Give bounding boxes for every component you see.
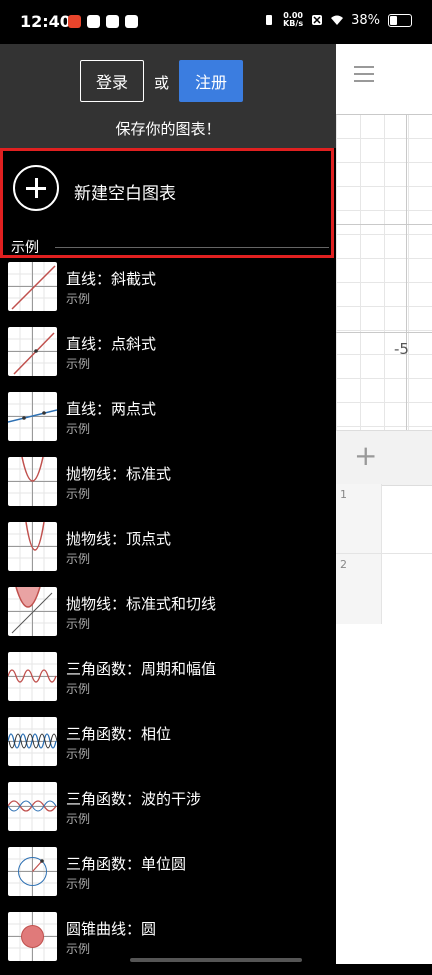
example-subtitle: 示例: [66, 487, 91, 501]
status-right: 0.00 KB/s 38%: [263, 12, 412, 28]
add-expression-icon[interactable]: +: [354, 439, 377, 472]
new-blank-graph-button[interactable]: 新建空白图表 示例: [0, 148, 334, 258]
example-title: 三角函数：周期和幅值: [66, 660, 217, 678]
example-item-line-point[interactable]: 直线：点斜式 示例: [0, 325, 336, 390]
new-graph-label: 新建空白图表: [74, 184, 176, 204]
example-subtitle: 示例: [66, 422, 91, 436]
line-point-thumb-icon: [8, 327, 57, 376]
grid-major-line: [406, 114, 407, 434]
trig-period-thumb-icon: [8, 652, 57, 701]
examples-heading: 示例: [11, 240, 39, 256]
example-subtitle: 示例: [66, 682, 91, 696]
example-item-trig-interference[interactable]: 三角函数：波的干涉 示例: [0, 780, 336, 845]
example-title: 抛物线：顶点式: [66, 530, 172, 548]
example-subtitle: 示例: [66, 942, 91, 956]
plus-circle-icon: [13, 165, 59, 211]
example-item-parabola-vertex[interactable]: 抛物线：顶点式 示例: [0, 520, 336, 585]
graph-grid[interactable]: [336, 114, 432, 434]
example-item-conic-circle[interactable]: 圆锥曲线：圆 示例: [0, 910, 336, 975]
battery-percent: 38%: [351, 12, 380, 28]
login-button[interactable]: 登录: [80, 60, 144, 102]
expression-index: 1: [336, 484, 382, 554]
grid-major-line: [336, 114, 432, 115]
network-speed: 0.00 KB/s: [283, 11, 304, 28]
signup-button[interactable]: 注册: [179, 60, 243, 102]
line-two-point-thumb-icon: [8, 392, 57, 441]
sim-off-icon: [312, 15, 323, 25]
drawer-header: 登录 或 注册 保存你的图表！: [0, 44, 336, 148]
example-subtitle: 示例: [66, 292, 91, 306]
example-item-line-slope[interactable]: 直线：斜截式 示例: [0, 260, 336, 325]
save-prompt: 保存你的图表！: [115, 120, 221, 138]
example-subtitle: 示例: [66, 357, 91, 371]
trig-unit-circle-thumb-icon: [8, 847, 57, 896]
status-bar: 12:40 0.00 KB/s 38%: [0, 0, 432, 44]
axis-tick-label: -5: [394, 340, 409, 358]
app-notification-icon: [68, 15, 81, 28]
example-title: 直线：斜截式: [66, 270, 157, 288]
grid-major-line: [336, 332, 432, 333]
trig-interference-thumb-icon: [8, 782, 57, 831]
calculator-background: -5 + 1 2: [336, 44, 432, 964]
example-title: 直线：两点式: [66, 400, 157, 418]
section-divider: [55, 247, 329, 248]
example-title: 抛物线：标准式: [66, 465, 172, 483]
example-item-line-two-point[interactable]: 直线：两点式 示例: [0, 390, 336, 455]
calendar-notification-icon: [106, 15, 119, 28]
parabola-vertex-thumb-icon: [8, 522, 57, 571]
example-title: 三角函数：单位圆: [66, 855, 187, 873]
example-subtitle: 示例: [66, 747, 91, 761]
example-title: 抛物线：标准式和切线: [66, 595, 217, 613]
example-item-parabola-standard[interactable]: 抛物线：标准式 示例: [0, 455, 336, 520]
trig-phase-thumb-icon: [8, 717, 57, 766]
wifi-icon: [331, 15, 344, 25]
notification-icons: [68, 15, 138, 28]
example-subtitle: 示例: [66, 617, 91, 631]
conic-circle-thumb-icon: [8, 912, 57, 961]
expression-row[interactable]: 1: [336, 484, 432, 554]
example-subtitle: 示例: [66, 877, 91, 891]
parabola-standard-thumb-icon: [8, 457, 57, 506]
or-label: 或: [154, 74, 170, 92]
example-item-trig-period[interactable]: 三角函数：周期和幅值 示例: [0, 650, 336, 715]
link-notification-icon: [125, 15, 138, 28]
example-title: 三角函数：波的干涉: [66, 790, 202, 808]
mail-notification-icon: [87, 15, 100, 28]
expression-row[interactable]: 2: [336, 554, 432, 624]
example-item-parabola-tangent[interactable]: 抛物线：标准式和切线 示例: [0, 585, 336, 650]
status-time: 12:40: [20, 12, 71, 31]
grid-major-line: [336, 224, 432, 225]
example-subtitle: 示例: [66, 812, 91, 826]
vibrate-icon: [266, 15, 273, 25]
expression-toolbar: +: [336, 430, 432, 486]
expression-index: 2: [336, 554, 382, 624]
example-subtitle: 示例: [66, 552, 91, 566]
parabola-tangent-thumb-icon: [8, 587, 57, 636]
example-title: 圆锥曲线：圆: [66, 920, 157, 938]
menu-icon[interactable]: [354, 66, 374, 87]
line-slope-thumb-icon: [8, 262, 57, 311]
side-drawer: 登录 或 注册 保存你的图表！ 新建空白图表 示例 直线：斜截式 示例 直线：点…: [0, 44, 336, 964]
example-item-trig-unit-circle[interactable]: 三角函数：单位圆 示例: [0, 845, 336, 910]
example-title: 三角函数：相位: [66, 725, 172, 743]
battery-icon: [388, 13, 412, 27]
home-indicator[interactable]: [130, 958, 302, 962]
example-item-trig-phase[interactable]: 三角函数：相位 示例: [0, 715, 336, 780]
example-title: 直线：点斜式: [66, 335, 157, 353]
